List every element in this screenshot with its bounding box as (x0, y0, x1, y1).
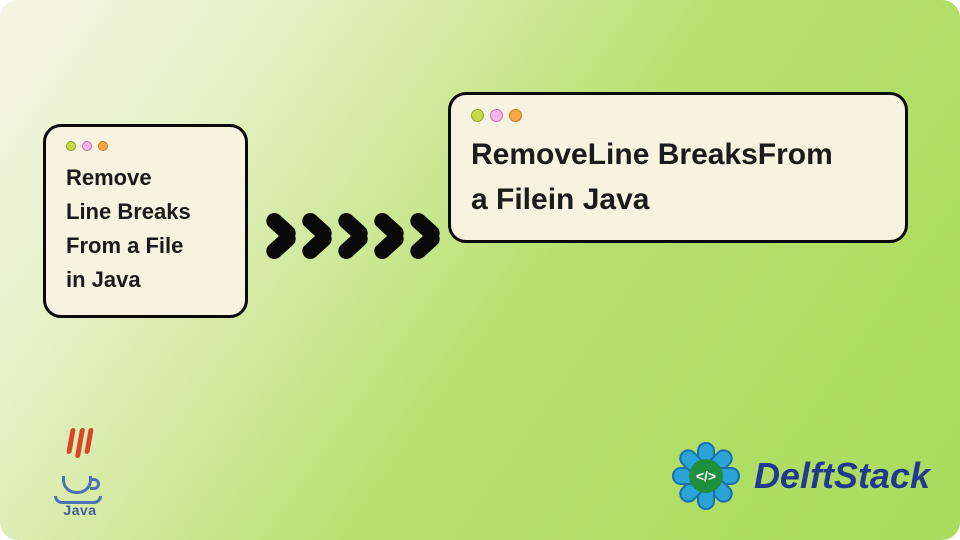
diagram-canvas: Remove Line Breaks From a File in Java R… (0, 0, 960, 540)
after-text: RemoveLine BreaksFrom a Filein Java (471, 132, 885, 222)
java-logo: Java (40, 452, 120, 518)
after-card: RemoveLine BreaksFrom a Filein Java (448, 92, 908, 243)
before-line: From a File (66, 229, 225, 263)
delftstack-logo: </> DelftStack (668, 438, 930, 514)
after-line: RemoveLine BreaksFrom (471, 132, 885, 177)
dot-orange-icon (509, 109, 522, 122)
before-card: Remove Line Breaks From a File in Java (43, 124, 248, 318)
dot-pink-icon (490, 109, 503, 122)
before-line: Remove (66, 161, 225, 195)
window-dots (66, 141, 225, 151)
before-line: Line Breaks (66, 195, 225, 229)
chevron-right-icon (402, 205, 444, 267)
dot-pink-icon (82, 141, 92, 151)
java-steam-icon (69, 428, 92, 458)
dot-orange-icon (98, 141, 108, 151)
delftstack-name: DelftStack (754, 455, 930, 497)
dot-green-icon (66, 141, 76, 151)
before-line: in Java (66, 263, 225, 297)
delftstack-badge-text: </> (689, 459, 723, 493)
java-logo-label: Java (40, 502, 120, 518)
window-dots (471, 109, 885, 122)
dot-green-icon (471, 109, 484, 122)
before-text: Remove Line Breaks From a File in Java (66, 161, 225, 297)
delftstack-mark-icon: </> (668, 438, 744, 514)
after-line: a Filein Java (471, 177, 885, 222)
java-cup-icon (58, 470, 102, 500)
arrow-sequence (258, 205, 438, 267)
